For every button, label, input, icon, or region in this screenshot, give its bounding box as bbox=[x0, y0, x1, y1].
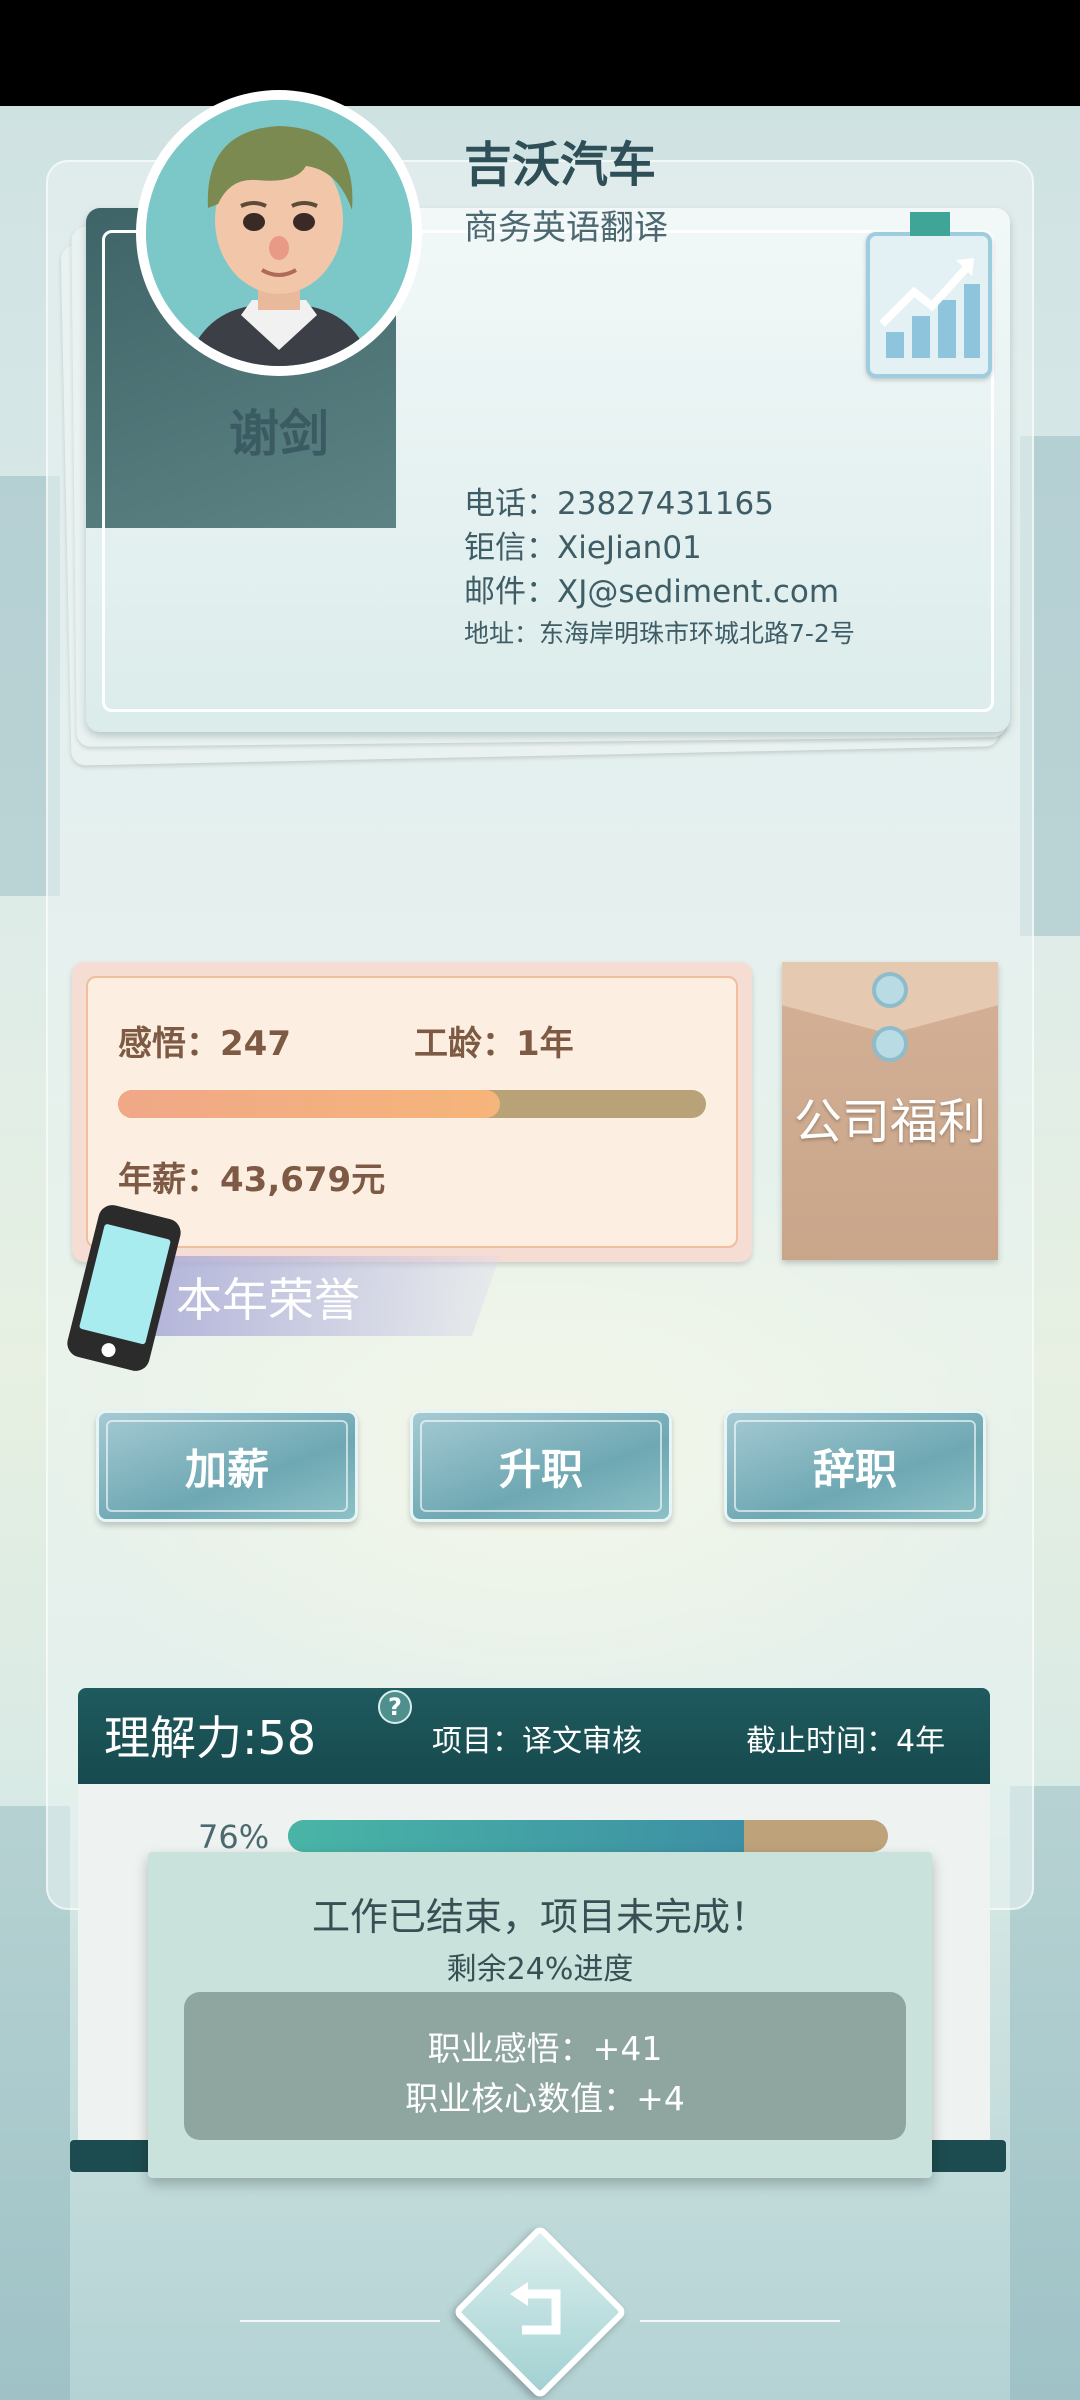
insight-progress-fill bbox=[118, 1090, 501, 1118]
deadline-label: 截止时间：4年 bbox=[746, 1724, 946, 1759]
resign-button[interactable]: 辞职 bbox=[724, 1410, 986, 1522]
decor-line-right bbox=[640, 2320, 840, 2322]
result-remaining: 剩余24%进度 bbox=[446, 1952, 634, 1987]
avatar-face-icon bbox=[146, 100, 412, 366]
phone-info: 电话：23827431165 bbox=[464, 486, 774, 522]
project-label: 项目：译文审核 bbox=[432, 1724, 642, 1759]
envelope-button-top bbox=[872, 972, 908, 1008]
company-welfare-button[interactable]: 公司福利 bbox=[782, 962, 998, 1260]
player-name: 谢剑 bbox=[229, 405, 329, 463]
salary-stat: 年薪：43,679元 bbox=[118, 1160, 386, 1200]
insight-progress-bar bbox=[118, 1090, 706, 1118]
badge-clip bbox=[910, 212, 950, 236]
company-welfare-label: 公司福利 bbox=[793, 1094, 986, 1150]
seniority-stat: 工龄：1年 bbox=[414, 1024, 574, 1064]
stats-inner: 感悟：247 工龄：1年 年薪：43,679元 bbox=[86, 976, 738, 1248]
help-icon[interactable]: ? bbox=[378, 1690, 412, 1724]
insight-stat: 感悟：247 bbox=[118, 1024, 291, 1064]
salary-stats-card: 感悟：247 工龄：1年 年薪：43,679元 bbox=[72, 962, 752, 1262]
envelope-button-bottom bbox=[872, 1026, 908, 1062]
reward-insight: 职业感悟：+41 bbox=[427, 2029, 663, 2068]
growth-chart-icon bbox=[879, 258, 980, 358]
avatar-portrait bbox=[146, 100, 412, 366]
job-title: 商务英语翻译 bbox=[464, 208, 668, 248]
reward-core-value: 职业核心数值：+4 bbox=[405, 2079, 685, 2118]
raise-salary-button[interactable]: 加薪 bbox=[96, 1410, 358, 1522]
company-name: 吉沃汽车 bbox=[464, 137, 657, 193]
project-progress-bar bbox=[288, 1820, 888, 1852]
chat-info: 钜信：XieJian01 bbox=[464, 530, 702, 566]
address-info: 地址：东海岸明珠市环城北路7-2号 bbox=[464, 619, 855, 648]
back-arrow-icon bbox=[510, 2282, 561, 2335]
status-bar bbox=[0, 0, 1080, 106]
promote-button[interactable]: 升职 bbox=[410, 1410, 672, 1522]
result-title: 工作已结束，项目未完成！ bbox=[311, 1895, 768, 1939]
decor-line-left bbox=[240, 2320, 440, 2322]
email-info: 邮件：XJ@sediment.com bbox=[464, 574, 840, 610]
ability-label: 理解力:58 bbox=[104, 1711, 317, 1765]
project-progress-fill bbox=[288, 1820, 744, 1852]
growth-chart-badge[interactable] bbox=[866, 212, 992, 378]
annual-honor-label: 本年荣誉 bbox=[176, 1273, 360, 1327]
avatar bbox=[136, 90, 422, 376]
project-progress-percent: 76% bbox=[198, 1818, 270, 1856]
